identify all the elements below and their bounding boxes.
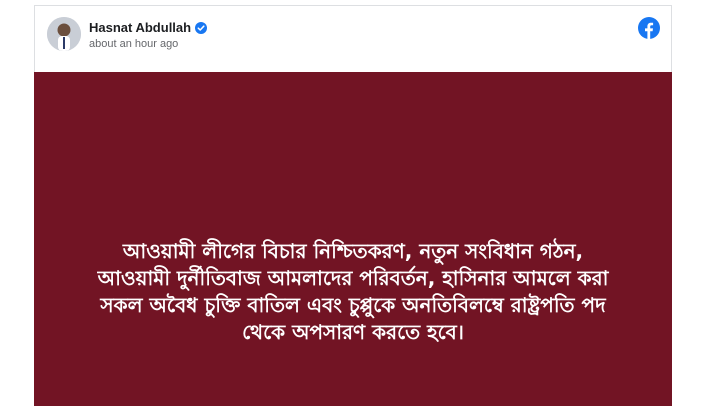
author-name[interactable]: Hasnat Abdullah [89,20,191,35]
facebook-logo-icon[interactable] [638,17,660,39]
avatar[interactable] [47,17,81,51]
post-image-text: আওয়ামী লীগের বিচার নিশ্চিতকরণ, নতুন সংব… [97,239,609,344]
author-name-row: Hasnat Abdullah [89,20,208,35]
post-image[interactable]: আওয়ামী লীগের বিচার নিশ্চিতকরণ, নতুন সংব… [34,72,672,406]
post-timestamp[interactable]: about an hour ago [89,38,178,50]
post-header: Hasnat Abdullah about an hour ago [35,6,671,72]
user-avatar-icon [47,17,81,51]
facebook-post-card: Hasnat Abdullah about an hour ago আওয়াম… [34,5,672,406]
verified-badge-icon [195,21,208,34]
